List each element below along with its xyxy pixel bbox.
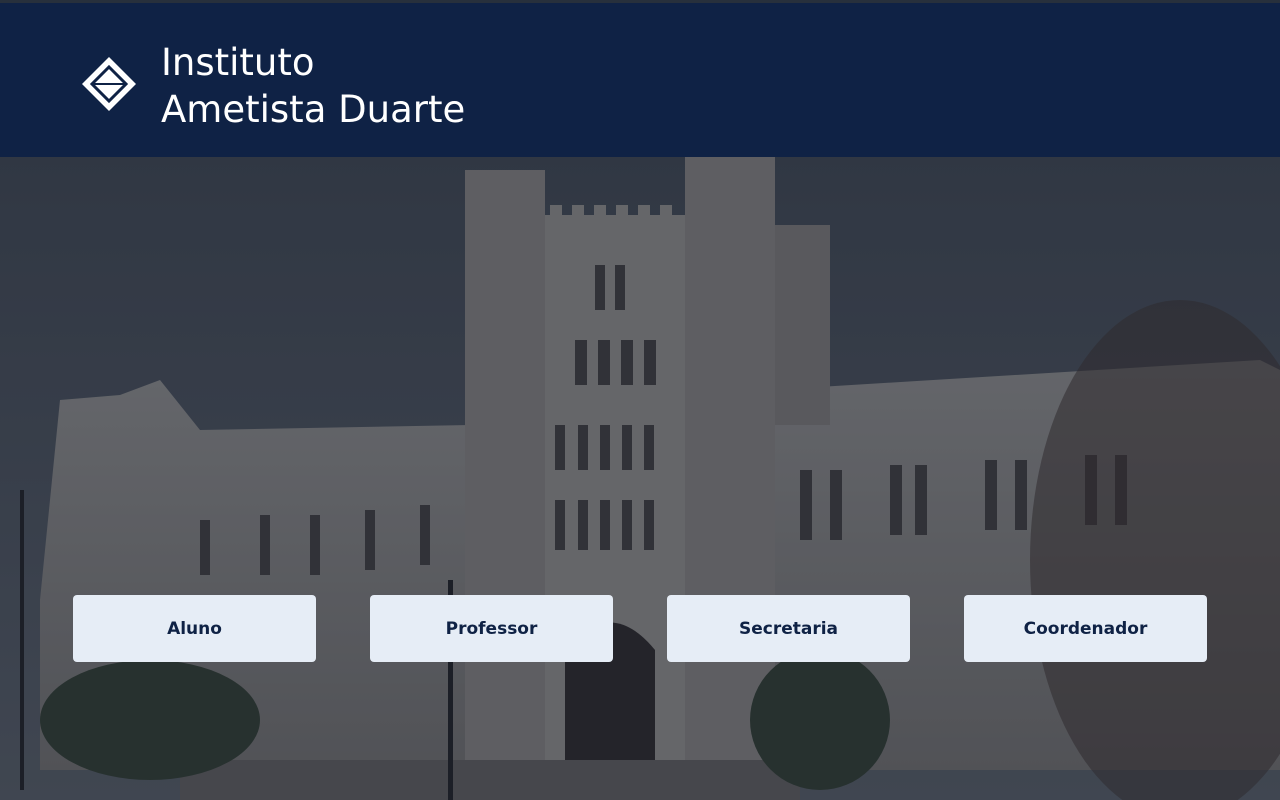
diamond-logo-icon [82,57,136,111]
aluno-button[interactable]: Aluno [73,595,316,662]
institution-name: Instituto Ametista Duarte [161,39,465,133]
site-header: Instituto Ametista Duarte [0,0,1280,157]
institution-name-line2: Ametista Duarte [161,88,466,131]
secretaria-button[interactable]: Secretaria [667,595,910,662]
professor-button[interactable]: Professor [370,595,613,662]
role-selector: Aluno Professor Secretaria Coordenador [73,595,1207,662]
institution-name-line1: Instituto [161,41,315,84]
coordenador-button[interactable]: Coordenador [964,595,1207,662]
